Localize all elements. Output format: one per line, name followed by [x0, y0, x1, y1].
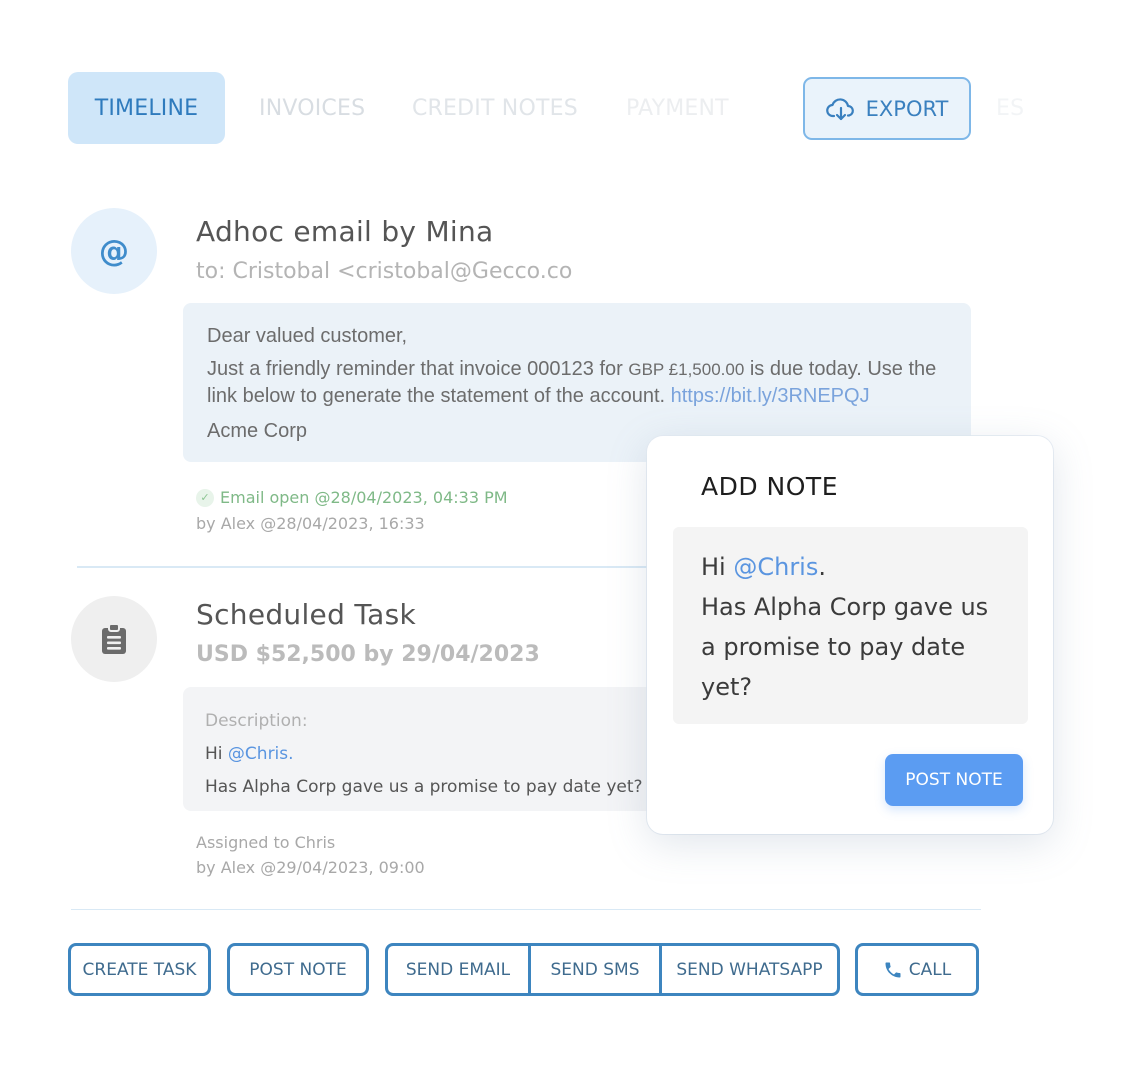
email-byline: by Alex @28/04/2023, 16:33 — [196, 514, 425, 533]
description-label: Description: — [205, 711, 308, 731]
tab-timeline[interactable]: TIMELINE — [68, 72, 225, 144]
task-byline: by Alex @29/04/2023, 09:00 — [196, 858, 425, 877]
email-title: Adhoc email by Mina — [196, 215, 494, 248]
phone-icon — [885, 962, 901, 977]
post-note-submit-button[interactable]: POST NOTE — [885, 754, 1023, 806]
tab-invoices[interactable]: INVOICES — [259, 72, 365, 144]
task-greeting: Hi — [205, 744, 228, 764]
task-subtitle: USD $52,500 by 29/04/2023 — [196, 642, 540, 667]
email-greeting: Dear valued customer, — [207, 325, 408, 347]
email-text-1: Just a friendly reminder that invoice 00… — [207, 358, 629, 380]
email-message: Just a friendly reminder that invoice 00… — [207, 356, 947, 410]
email-open-status: ✓ Email open @28/04/2023, 04:33 PM — [196, 488, 508, 507]
tab-payment-label: PAYMENT — [626, 95, 729, 121]
note-textarea[interactable]: Hi @Chris. Has Alpha Corp gave us a prom… — [673, 527, 1028, 724]
tab-overflow-label: ES — [996, 95, 1025, 121]
email-recipient: to: Cristobal <cristobal@Gecco.co — [196, 259, 573, 284]
at-sign-icon: @ — [99, 233, 129, 269]
post-note-button[interactable]: POST NOTE — [227, 943, 369, 996]
task-greeting-line: Hi @Chris. — [205, 738, 661, 771]
timeline-divider — [77, 566, 677, 568]
tab-overflow[interactable]: ES — [996, 72, 1024, 144]
note-message: Has Alpha Corp gave us a promise to pay … — [701, 593, 989, 701]
create-task-button[interactable]: CREATE TASK — [68, 943, 211, 996]
send-message-group: SEND EMAIL SEND SMS SEND WHATSAPP — [385, 943, 840, 996]
tab-invoices-label: INVOICES — [259, 95, 366, 121]
note-greeting: Hi — [701, 553, 734, 581]
send-sms-button[interactable]: SEND SMS — [528, 946, 659, 993]
export-button[interactable]: EXPORT — [803, 77, 971, 140]
email-open-text: Email open @28/04/2023, 04:33 PM — [220, 488, 508, 507]
add-note-popup: ADD NOTE Hi @Chris. Has Alpha Corp gave … — [647, 436, 1053, 834]
task-avatar — [71, 596, 157, 682]
note-mention-suffix: . — [818, 553, 826, 581]
send-email-button[interactable]: SEND EMAIL — [388, 946, 528, 993]
tab-credit-notes-label: CREDIT NOTES — [412, 95, 578, 121]
call-button[interactable]: CALL — [855, 943, 979, 996]
email-avatar: @ — [71, 208, 157, 294]
call-label: CALL — [908, 959, 952, 980]
add-note-title: ADD NOTE — [701, 472, 838, 501]
statement-link[interactable]: https://bit.ly/3RNEPQJ — [671, 385, 870, 407]
tab-timeline-label: TIMELINE — [94, 95, 199, 121]
email-amount: GBP £1,500.00 — [628, 360, 745, 379]
tab-credit-notes[interactable]: CREDIT NOTES — [412, 72, 578, 144]
check-icon: ✓ — [196, 488, 214, 507]
tab-payment[interactable]: PAYMENT — [626, 72, 729, 144]
task-assigned: Assigned to Chris — [196, 833, 336, 852]
task-message: Has Alpha Corp gave us a promise to pay … — [205, 777, 643, 797]
send-whatsapp-button[interactable]: SEND WHATSAPP — [659, 946, 837, 993]
export-label: EXPORT — [865, 96, 949, 121]
task-mention[interactable]: @Chris. — [228, 744, 294, 764]
note-mention[interactable]: @Chris — [733, 553, 818, 581]
actions-divider — [71, 909, 981, 910]
cloud-download-icon — [825, 97, 854, 120]
task-description: Description: Hi @Chris. Has Alpha Corp g… — [183, 687, 683, 811]
clipboard-icon — [102, 623, 126, 654]
task-title: Scheduled Task — [196, 598, 416, 631]
